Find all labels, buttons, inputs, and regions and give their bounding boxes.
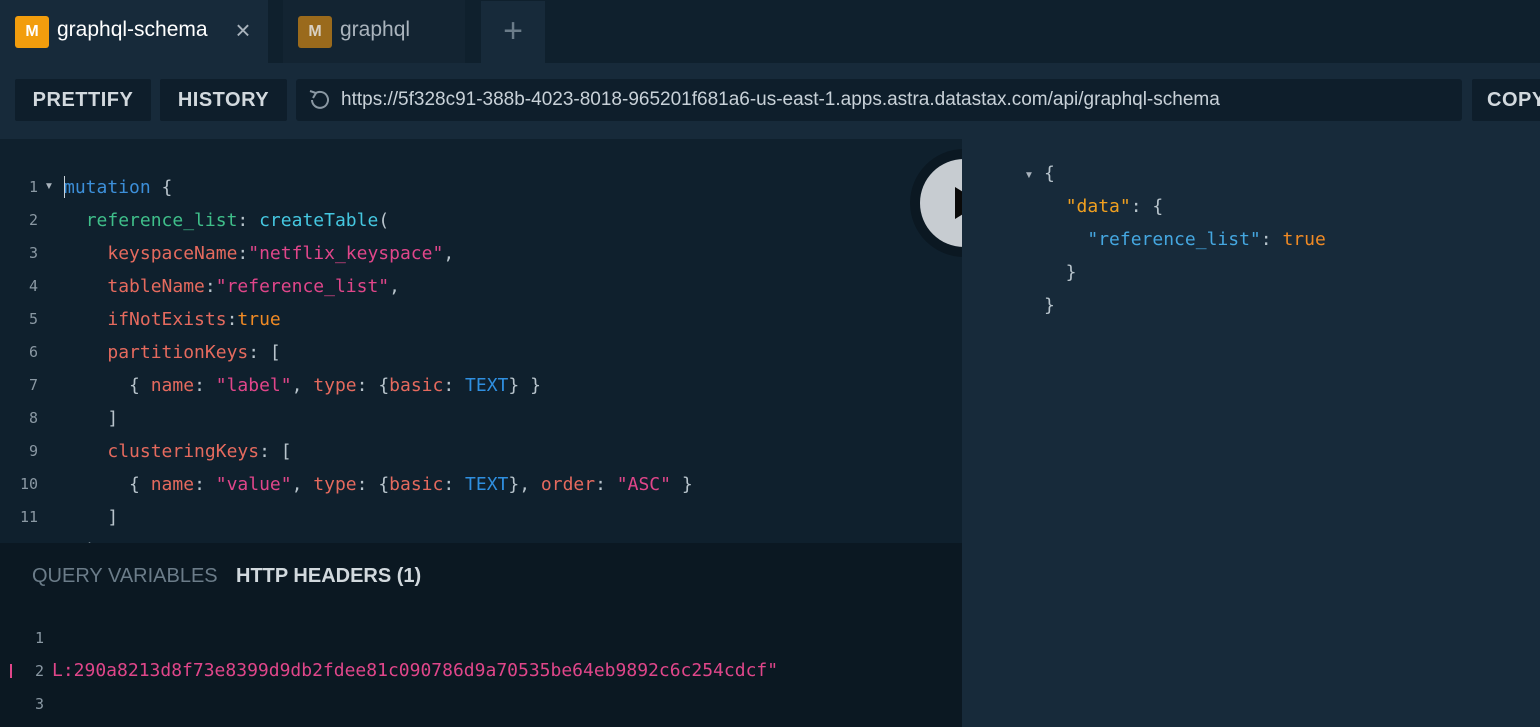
- code-line: 7 { name: "label", type: {basic: TEXT} }: [0, 370, 962, 403]
- result-panel: { "data": { "reference_list": true }} ▼: [962, 139, 1540, 727]
- line-number: 9: [28, 442, 38, 460]
- line-number: 5: [28, 310, 38, 328]
- code-text: ]: [64, 507, 119, 528]
- overflow-marker: [10, 664, 12, 678]
- code-text: { name: "value", type: {basic: TEXT}, or…: [64, 474, 693, 495]
- line-number: 6: [28, 343, 38, 361]
- line-number: 2: [28, 211, 38, 229]
- code-text: reference_list: createTable(: [85, 210, 390, 231]
- line-number: 10: [19, 475, 38, 493]
- add-tab-button[interactable]: +: [481, 1, 545, 63]
- line-number: 3: [28, 244, 38, 262]
- code-line: 9 clusteringKeys: [: [0, 436, 962, 469]
- endpoint-url-bar[interactable]: https://5f328c91-388b-4023-8018-965201f6…: [296, 79, 1462, 121]
- header-line: 2 L:290a8213d8f73e8399d9db2fdee81c090786d…: [0, 656, 962, 689]
- code-text: clusteringKeys: [: [107, 441, 292, 462]
- result-line: "reference_list": true: [1087, 229, 1326, 250]
- copy-curl-button[interactable]: COPY: [1472, 79, 1540, 121]
- tab-graphql[interactable]: M graphql: [283, 0, 465, 63]
- code-line: 6 partitionKeys: [: [0, 337, 962, 370]
- header-line: 1: [0, 623, 962, 656]
- code-line: 3 keyspaceName:"netflix_keyspace",: [0, 238, 962, 271]
- result-line: {: [1044, 163, 1055, 184]
- result-line: "data": {: [1065, 196, 1164, 217]
- line-number: 1: [28, 178, 38, 196]
- tab-bar: M graphql-schema × M graphql +: [0, 0, 1540, 63]
- code-text: ifNotExists:true: [107, 309, 281, 330]
- fold-icon[interactable]: ▼: [1024, 170, 1034, 181]
- code-line: 12 ): [0, 535, 962, 543]
- code-text: keyspaceName:"netflix_keyspace",: [107, 243, 455, 264]
- result-line: }: [1044, 262, 1077, 283]
- line-number: 11: [19, 508, 38, 526]
- endpoint-url[interactable]: https://5f328c91-388b-4023-8018-965201f6…: [341, 89, 1220, 111]
- code-line: 1 ▼ mutation {: [0, 172, 962, 205]
- result-line: }: [1044, 295, 1055, 316]
- code-line: 8 ]: [0, 403, 962, 436]
- line-number: 3: [34, 695, 44, 713]
- tab-title: graphql: [340, 18, 411, 41]
- tab-query-variables[interactable]: QUERY VARIABLES: [32, 565, 218, 588]
- tab-http-headers[interactable]: HTTP HEADERS (1): [236, 565, 421, 588]
- code-text: mutation {: [64, 177, 173, 198]
- prettify-button[interactable]: PRETTIFY: [15, 79, 151, 121]
- tab-graphql-schema[interactable]: M graphql-schema ×: [0, 0, 268, 63]
- line-number: 8: [28, 409, 38, 427]
- line-number: 1: [34, 629, 44, 647]
- fold-icon[interactable]: ▼: [44, 181, 54, 192]
- code-line: 2 reference_list: createTable(: [0, 205, 962, 238]
- header-text: L:290a8213d8f73e8399d9db2fdee81c090786d9…: [52, 660, 779, 681]
- reload-icon[interactable]: [306, 88, 332, 112]
- code-line: 5 ifNotExists:true: [0, 304, 962, 337]
- header-line: 3: [0, 689, 962, 722]
- close-icon[interactable]: ×: [232, 17, 254, 43]
- code-line: 11 ]: [0, 502, 962, 535]
- tab-title: graphql-schema: [57, 18, 208, 41]
- line-number: 4: [28, 277, 38, 295]
- tab-badge: M: [298, 16, 332, 48]
- code-line: 4 tableName:"reference_list",: [0, 271, 962, 304]
- http-headers-editor[interactable]: 1 2 L:290a8213d8f73e8399d9db2fdee81c090786…: [0, 607, 962, 727]
- code-text: { name: "label", type: {basic: TEXT} }: [64, 375, 541, 396]
- code-text: tableName:"reference_list",: [107, 276, 400, 297]
- query-editor[interactable]: 1 ▼ mutation { 2 reference_list: createTabl…: [0, 139, 962, 543]
- text-cursor: [64, 176, 65, 198]
- variables-header: QUERY VARIABLES HTTP HEADERS (1): [0, 543, 962, 607]
- history-button[interactable]: HISTORY: [160, 79, 287, 121]
- line-number: 7: [28, 376, 38, 394]
- code-text: ]: [64, 408, 119, 429]
- tab-badge: M: [15, 16, 49, 48]
- toolbar: PRETTIFY HISTORY https://5f328c91-388b-4…: [0, 63, 1540, 139]
- code-line: 10 { name: "value", type: {basic: TEXT},…: [0, 469, 962, 502]
- line-number: 2: [34, 662, 44, 680]
- code-text: partitionKeys: [: [107, 342, 281, 363]
